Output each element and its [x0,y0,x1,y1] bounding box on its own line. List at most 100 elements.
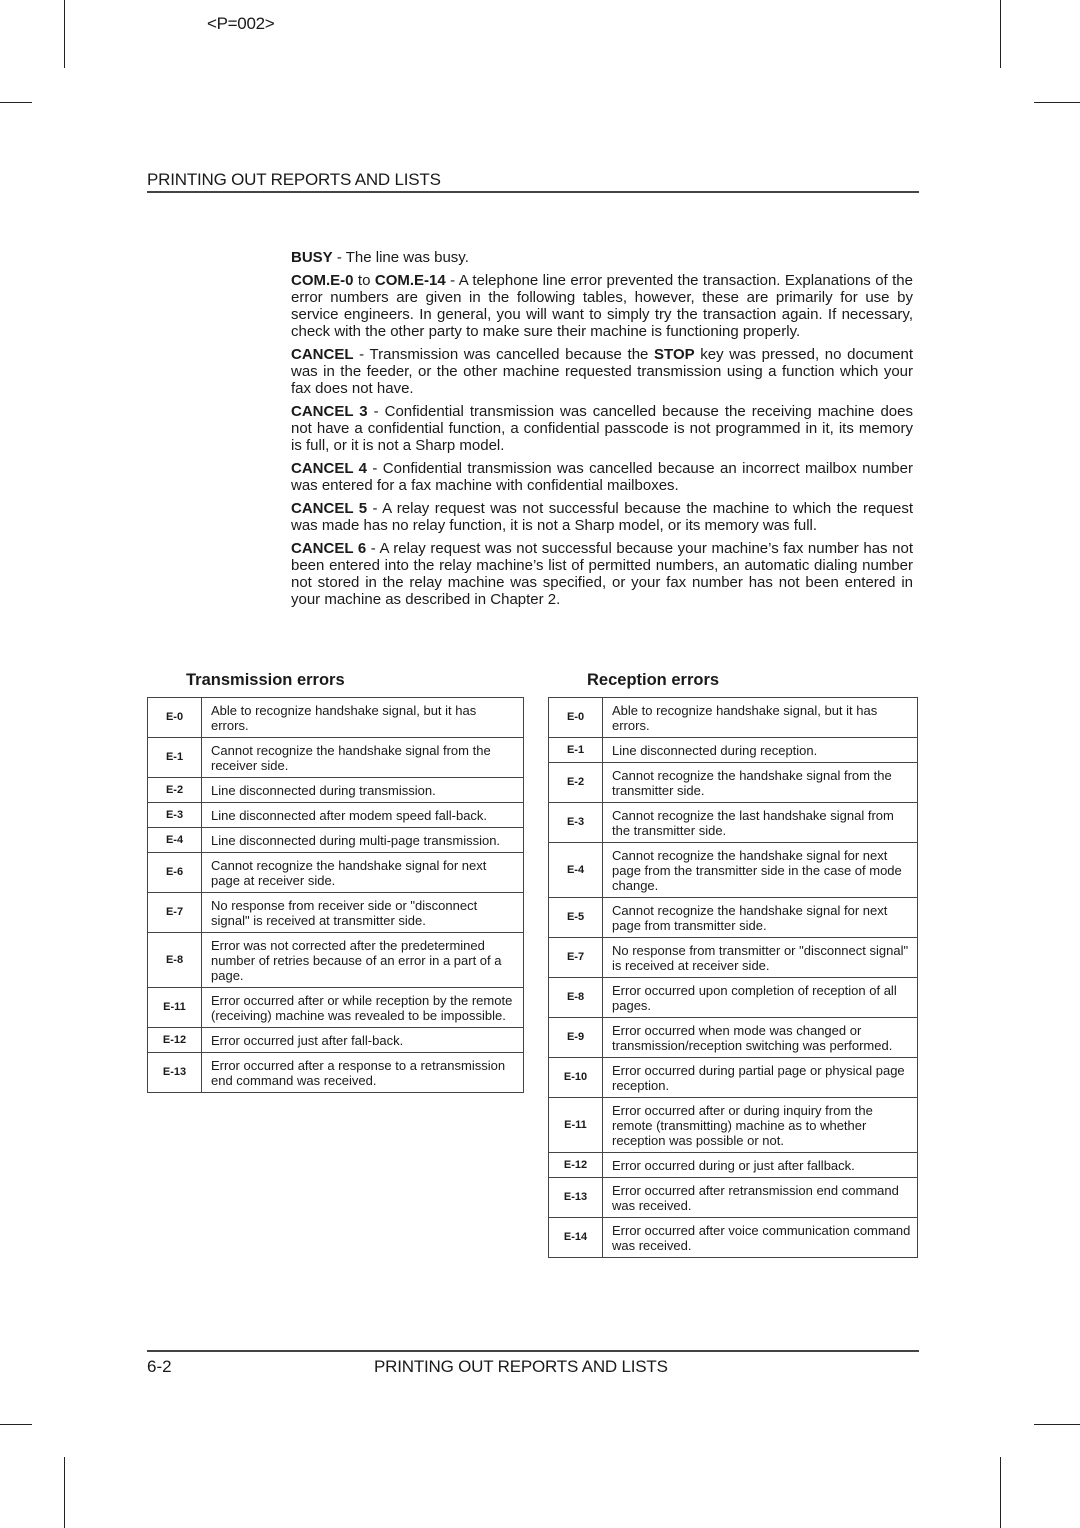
error-code: E-12 [548,1152,603,1178]
error-code: E-8 [548,977,603,1018]
error-code: E-14 [548,1217,603,1258]
busy-paragraph: BUSY - The line was busy. [291,249,913,266]
error-code: E-11 [548,1097,603,1153]
definition: - The line was busy. [332,249,469,266]
error-row: E-13 Error occurred after a response to a… [147,1052,524,1093]
footer-rule [147,1350,919,1352]
error-code: E-7 [147,892,202,933]
error-code: E-4 [147,827,202,853]
term: COM.E-14 [374,272,446,289]
error-description: No response from receiver side or "disco… [201,892,524,933]
reception-errors-title: Reception errors [587,671,720,689]
error-description: Error occurred just after fall-back. [201,1027,524,1053]
term: CANCEL 4 [291,460,367,477]
error-row: E-1 Line disconnected during reception. [548,737,918,763]
cancel3-paragraph: CANCEL 3 - Confidential transmission was… [291,403,913,454]
error-row: E-4 Cannot recognize the handshake signal… [548,842,918,898]
definition: - Confidential transmission was cancelle… [291,460,913,494]
error-description: Error occurred upon completion of recept… [602,977,918,1018]
error-code: E-3 [548,802,603,843]
error-code: E-2 [147,777,202,803]
crop-mark [1034,1424,1080,1425]
transmission-errors-title: Transmission errors [186,671,345,689]
error-code: E-2 [548,762,603,803]
error-row: E-3 Cannot recognize the last handshake s… [548,802,918,843]
cancel4-paragraph: CANCEL 4 - Confidential transmission was… [291,460,913,494]
body-text: BUSY - The line was busy. COM.E-0 to COM… [291,249,913,614]
error-description: Line disconnected during reception. [602,737,918,763]
com-error-paragraph: COM.E-0 to COM.E-14 - A telephone line e… [291,272,913,340]
cancel-paragraph: CANCEL - Transmission was cancelled beca… [291,346,913,397]
error-code: E-11 [147,987,202,1028]
error-description: Error occurred after retransmission end … [602,1177,918,1218]
definition: - Confidential transmission was cancelle… [291,403,913,454]
error-code: E-7 [548,937,603,978]
error-row: E-12 Error occurred just after fall-back. [147,1027,524,1053]
error-description: Cannot recognize the last handshake sign… [602,802,918,843]
error-code: E-1 [147,737,202,778]
error-row: E-12 Error occurred during or just after … [548,1152,918,1178]
error-row: E-7 No response from receiver side or "di… [147,892,524,933]
error-description: Cannot recognize the handshake signal fo… [602,842,918,898]
definition: - A relay request was not successful bec… [291,500,913,534]
error-description: Able to recognize handshake signal, but … [602,697,918,738]
crop-mark [1034,102,1080,103]
header-title: PRINTING OUT REPORTS AND LISTS [147,170,441,189]
error-code: E-10 [548,1057,603,1098]
error-row: E-3 Line disconnected after modem speed f… [147,802,524,828]
definition: - A relay request was not successful bec… [291,540,913,608]
error-row: E-8 Error was not corrected after the pre… [147,932,524,988]
error-code: E-9 [548,1017,603,1058]
error-row: E-11 Error occurred after or while recept… [147,987,524,1028]
error-row: E-2 Line disconnected during transmission… [147,777,524,803]
error-code: E-12 [147,1027,202,1053]
term: CANCEL [291,346,354,363]
page-number: 6-2 [147,1357,172,1376]
error-description: Error was not corrected after the predet… [201,932,524,988]
crop-mark [1000,1457,1001,1528]
error-description: Error occurred during or just after fall… [602,1152,918,1178]
error-code: E-8 [147,932,202,988]
error-row: E-2 Cannot recognize the handshake signal… [548,762,918,803]
term: COM.E-0 [291,272,354,289]
error-code: E-6 [147,852,202,893]
cancel5-paragraph: CANCEL 5 - A relay request was not succe… [291,500,913,534]
footer-title: PRINTING OUT REPORTS AND LISTS [374,1357,668,1376]
error-row: E-0 Able to recognize handshake signal, b… [147,697,524,738]
error-description: Error occurred after a response to a ret… [201,1052,524,1093]
page-header: PRINTING OUT REPORTS AND LISTS [147,170,919,193]
error-code: E-4 [548,842,603,898]
error-description: Error occurred after or while reception … [201,987,524,1028]
error-code: E-0 [147,697,202,738]
error-code: E-13 [548,1177,603,1218]
error-description: Cannot recognize the handshake signal fr… [201,737,524,778]
error-row: E-13 Error occurred after retransmission … [548,1177,918,1218]
stop-key: STOP [654,346,695,363]
error-row: E-7 No response from transmitter or "disc… [548,937,918,978]
page-code: <P=002> [207,14,275,33]
error-description: No response from transmitter or "disconn… [602,937,918,978]
transmission-errors-table: E-0 Able to recognize handshake signal, b… [147,697,524,1093]
term: CANCEL 3 [291,403,368,420]
error-row: E-4 Line disconnected during multi-page t… [147,827,524,853]
term: BUSY [291,249,333,266]
error-row: E-14 Error occurred after voice communica… [548,1217,918,1258]
error-description: Line disconnected during transmission. [201,777,524,803]
error-code: E-0 [548,697,603,738]
error-description: Able to recognize handshake signal, but … [201,697,524,738]
error-description: Error occurred during partial page or ph… [602,1057,918,1098]
error-row: E-0 Able to recognize handshake signal, b… [548,697,918,738]
error-description: Cannot recognize the handshake signal fr… [602,762,918,803]
crop-mark [0,1424,32,1425]
error-description: Line disconnected during multi-page tran… [201,827,524,853]
error-row: E-10 Error occurred during partial page o… [548,1057,918,1098]
error-row: E-6 Cannot recognize the handshake signal… [147,852,524,893]
cancel6-paragraph: CANCEL 6 - A relay request was not succe… [291,540,913,608]
term: CANCEL 5 [291,500,368,517]
error-row: E-9 Error occurred when mode was changed … [548,1017,918,1058]
error-row: E-5 Cannot recognize the handshake signal… [548,897,918,938]
error-code: E-1 [548,737,603,763]
error-description: Error occurred when mode was changed or … [602,1017,918,1058]
reception-errors-table: E-0 Able to recognize handshake signal, b… [548,697,918,1258]
error-row: E-1 Cannot recognize the handshake signal… [147,737,524,778]
